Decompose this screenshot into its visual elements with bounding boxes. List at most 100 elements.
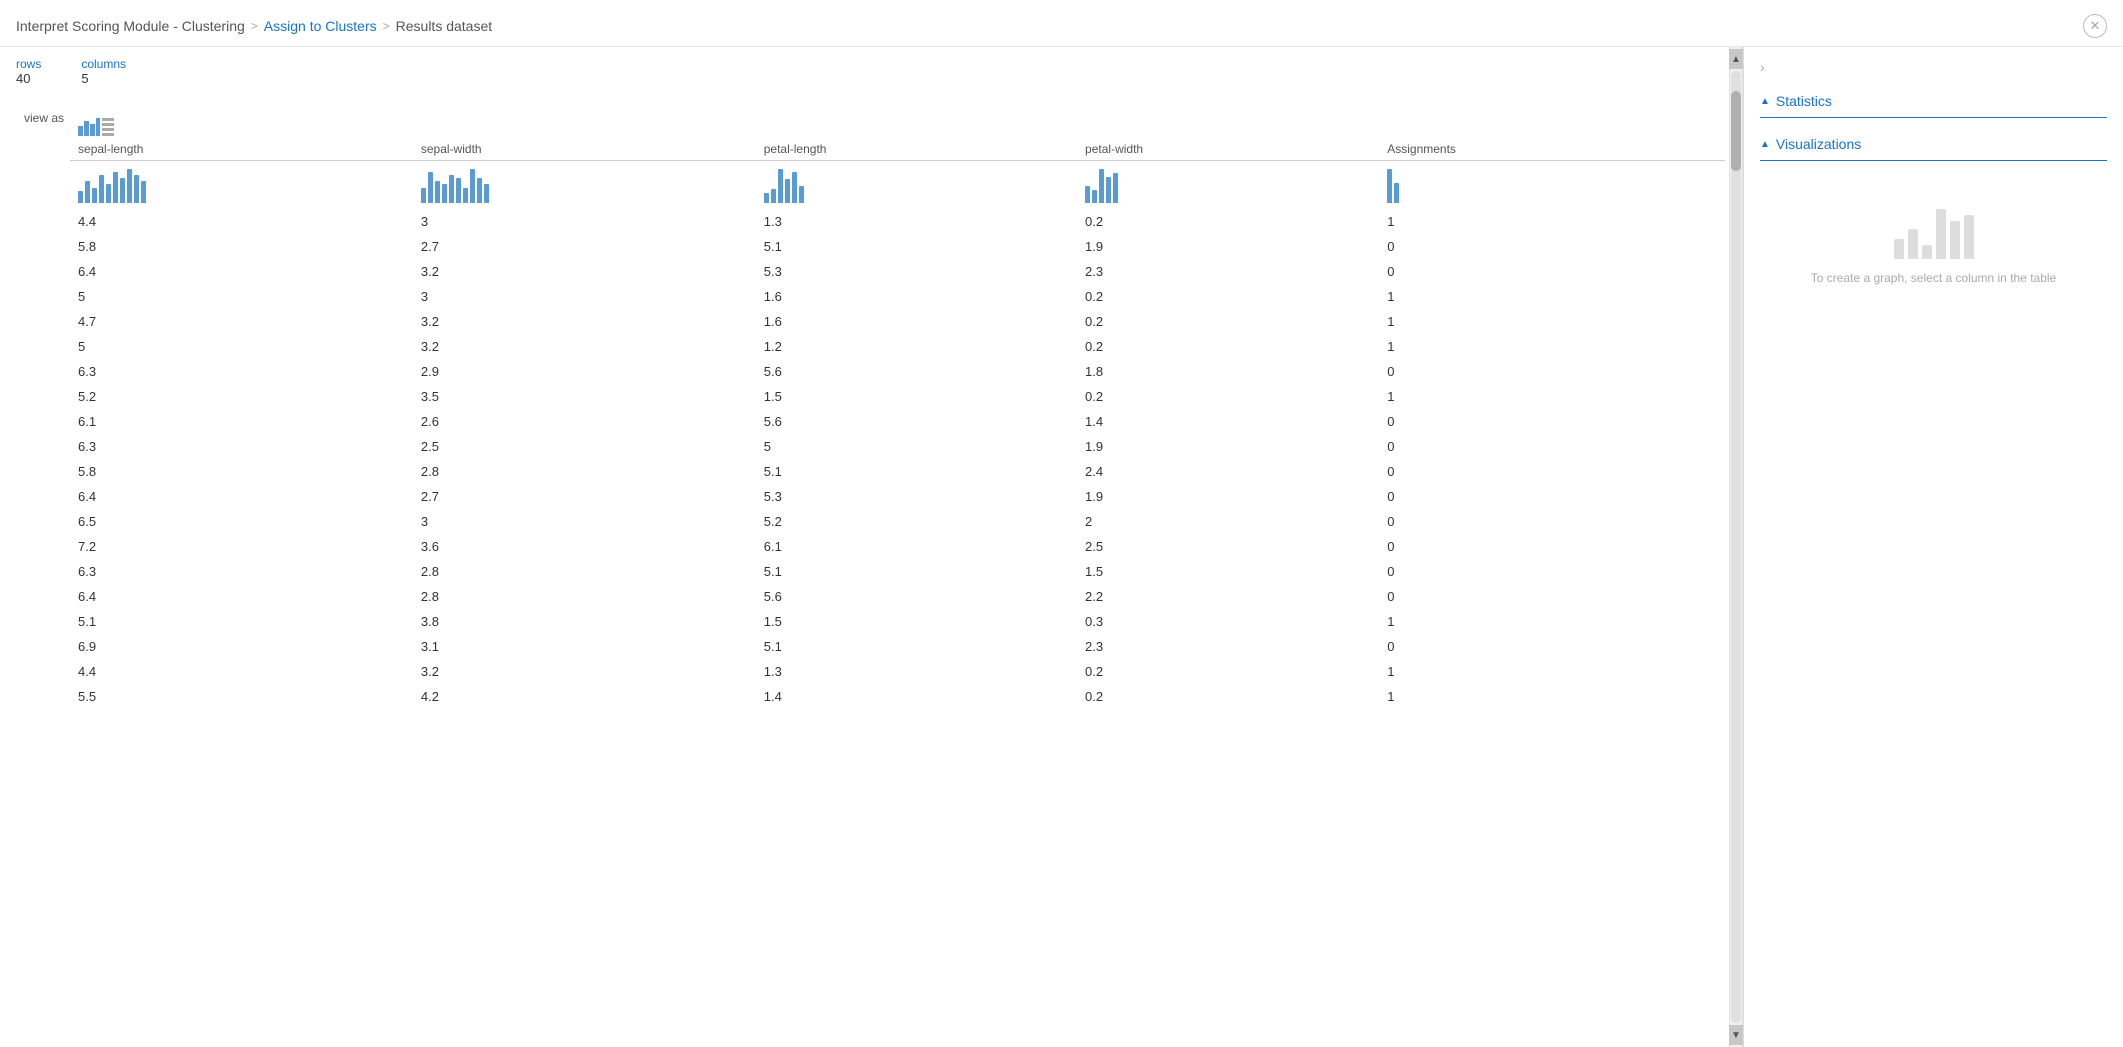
table-row[interactable]: 5.23.51.50.21 [16, 384, 1725, 409]
table-row[interactable]: 4.431.30.21 [16, 209, 1725, 234]
cell-sepal-width: 3.8 [413, 609, 756, 634]
cell-sepal-width: 3.1 [413, 634, 756, 659]
table-row[interactable]: 6.43.25.32.30 [16, 259, 1725, 284]
view-toggle-sepal-length[interactable] [78, 100, 405, 136]
table-row[interactable]: 6.93.15.12.30 [16, 634, 1725, 659]
left-panel: rows 40 columns 5 view as [0, 47, 1729, 1047]
row-index [16, 209, 70, 234]
sparkline-row [16, 161, 1725, 210]
cell-assignments: 0 [1379, 409, 1725, 434]
row-index [16, 459, 70, 484]
close-button[interactable]: ✕ [2083, 14, 2107, 38]
table-row[interactable]: 7.23.66.12.50 [16, 534, 1725, 559]
cell-sepal-length: 6.4 [70, 484, 413, 509]
row-index [16, 584, 70, 609]
cell-sepal-length: 5.2 [70, 384, 413, 409]
cell-sepal-width: 4.2 [413, 684, 756, 709]
table-row[interactable]: 4.73.21.60.21 [16, 309, 1725, 334]
row-index [16, 409, 70, 434]
table-row[interactable]: 531.60.21 [16, 284, 1725, 309]
table-row[interactable]: 6.32.95.61.80 [16, 359, 1725, 384]
col-header-petal-width[interactable]: petal-width [1077, 138, 1379, 161]
table-row[interactable]: 6.32.85.11.50 [16, 559, 1725, 584]
data-tbody: 4.431.30.215.82.75.11.906.43.25.32.30531… [16, 209, 1725, 709]
cell-sepal-width: 2.8 [413, 559, 756, 584]
cell-assignments: 0 [1379, 359, 1725, 384]
cell-sepal-length: 6.4 [70, 259, 413, 284]
cell-petal-length: 1.2 [756, 334, 1077, 359]
table-row[interactable]: 6.42.75.31.90 [16, 484, 1725, 509]
collapse-toggle[interactable]: › [1760, 59, 2107, 75]
sparkline-petal-length [764, 167, 1069, 203]
columns-label: columns [81, 57, 126, 71]
table-row[interactable]: 6.42.85.62.20 [16, 584, 1725, 609]
col-header-assignments[interactable]: Assignments [1379, 138, 1725, 161]
cell-sepal-length: 5.1 [70, 609, 413, 634]
cell-sepal-width: 3.5 [413, 384, 756, 409]
sparkline-assignments [1387, 167, 1717, 203]
cell-sepal-width: 3 [413, 509, 756, 534]
table-row[interactable]: 6.12.65.61.40 [16, 409, 1725, 434]
table-row[interactable]: 4.43.21.30.21 [16, 659, 1725, 684]
scroll-down-button[interactable]: ▼ [1729, 1025, 1743, 1045]
visualization-placeholder: To create a graph, select a column in th… [1760, 169, 2107, 315]
cell-assignments: 0 [1379, 434, 1725, 459]
cell-petal-length: 1.6 [756, 309, 1077, 334]
cell-sepal-length: 5 [70, 334, 413, 359]
cell-assignments: 1 [1379, 609, 1725, 634]
cell-petal-length: 1.5 [756, 384, 1077, 409]
table-row[interactable]: 6.535.220 [16, 509, 1725, 534]
table-row[interactable]: 5.82.85.12.40 [16, 459, 1725, 484]
cell-petal-length: 1.6 [756, 284, 1077, 309]
columns-value: 5 [81, 71, 126, 86]
cell-petal-length: 5.6 [756, 359, 1077, 384]
cell-assignments: 1 [1379, 309, 1725, 334]
table-container: view as sepal-length sepal-width [16, 98, 1729, 1047]
statistics-section-header[interactable]: ▲ Statistics [1760, 83, 2107, 118]
cell-petal-length: 5.1 [756, 234, 1077, 259]
visualizations-section-header[interactable]: ▲ Visualizations [1760, 126, 2107, 161]
cell-petal-width: 0.3 [1077, 609, 1379, 634]
sparkline-sepal-width [421, 167, 748, 203]
placeholder-text: To create a graph, select a column in th… [1811, 271, 2056, 285]
cell-sepal-length: 4.7 [70, 309, 413, 334]
data-table: view as sepal-length sepal-width [16, 98, 1725, 709]
col-header-sepal-width[interactable]: sepal-width [413, 138, 756, 161]
col-header-sepal-length[interactable]: sepal-length [70, 138, 413, 161]
cell-petal-width: 0.2 [1077, 334, 1379, 359]
cell-assignments: 0 [1379, 634, 1725, 659]
column-headers-row: sepal-length sepal-width petal-length pe… [16, 138, 1725, 161]
cell-petal-length: 5.3 [756, 484, 1077, 509]
cell-sepal-width: 2.6 [413, 409, 756, 434]
cell-sepal-length: 5.8 [70, 234, 413, 259]
scroll-thumb[interactable] [1731, 91, 1741, 171]
cell-petal-width: 1.9 [1077, 434, 1379, 459]
table-row[interactable]: 5.82.75.11.90 [16, 234, 1725, 259]
scroll-up-button[interactable]: ▲ [1729, 49, 1743, 69]
row-index [16, 434, 70, 459]
cell-petal-width: 0.2 [1077, 284, 1379, 309]
cell-petal-length: 5.6 [756, 409, 1077, 434]
cell-assignments: 1 [1379, 659, 1725, 684]
col-header-petal-length[interactable]: petal-length [756, 138, 1077, 161]
cell-sepal-length: 6.3 [70, 359, 413, 384]
table-row[interactable]: 6.32.551.90 [16, 434, 1725, 459]
cell-sepal-width: 2.7 [413, 234, 756, 259]
cell-petal-width: 1.5 [1077, 559, 1379, 584]
main-scrollbar: ▲ ▼ [1729, 47, 1743, 1047]
row-index [16, 509, 70, 534]
cell-petal-width: 2.2 [1077, 584, 1379, 609]
cell-sepal-length: 7.2 [70, 534, 413, 559]
breadcrumb-part2[interactable]: Assign to Clusters [264, 18, 377, 34]
cell-petal-width: 0.2 [1077, 384, 1379, 409]
cell-sepal-width: 2.9 [413, 359, 756, 384]
cell-petal-width: 2 [1077, 509, 1379, 534]
table-row[interactable]: 5.54.21.40.21 [16, 684, 1725, 709]
cell-sepal-width: 2.5 [413, 434, 756, 459]
cell-sepal-width: 2.8 [413, 584, 756, 609]
cell-petal-length: 5 [756, 434, 1077, 459]
table-row[interactable]: 53.21.20.21 [16, 334, 1725, 359]
cell-sepal-length: 6.3 [70, 559, 413, 584]
row-index [16, 359, 70, 384]
table-row[interactable]: 5.13.81.50.31 [16, 609, 1725, 634]
